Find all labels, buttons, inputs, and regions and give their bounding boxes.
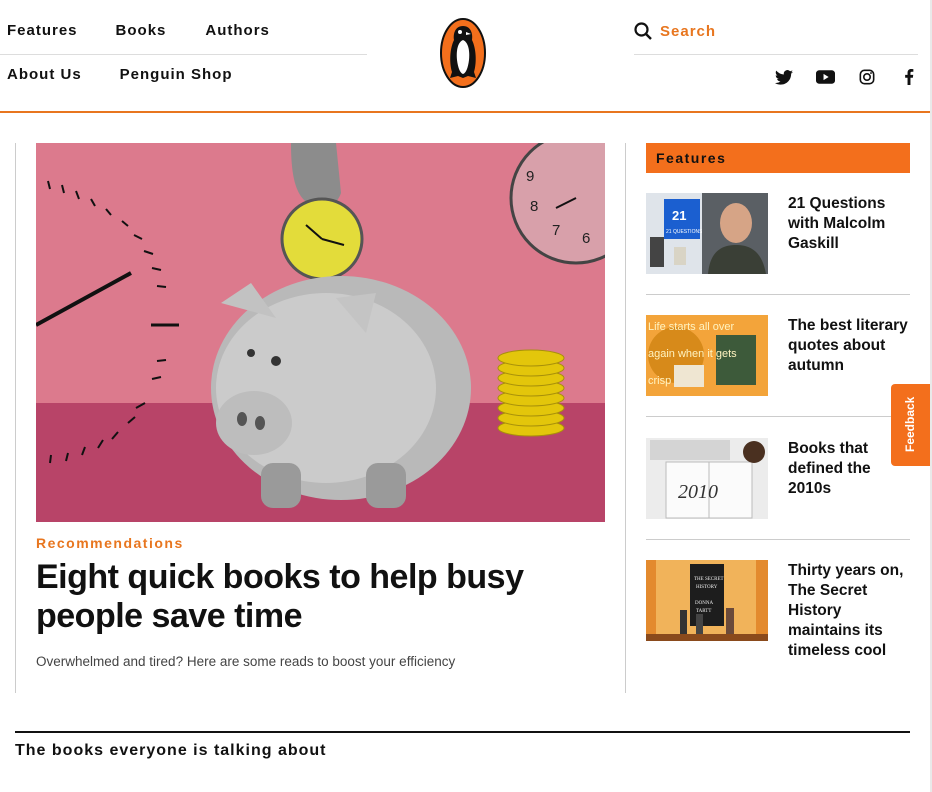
nav-link-features[interactable]: Features [7, 22, 78, 39]
features-heading: Features [646, 143, 910, 173]
penguin-logo[interactable] [440, 18, 486, 88]
article-headline[interactable]: Eight quick books to help busy people sa… [36, 558, 596, 636]
svg-text:THE SECRET: THE SECRET [694, 577, 724, 582]
nav-link-penguin-shop[interactable]: Penguin Shop [120, 66, 233, 83]
svg-text:8: 8 [530, 198, 538, 215]
instagram-icon[interactable] [857, 67, 877, 87]
svg-text:21 QUESTIONS: 21 QUESTIONS [666, 229, 703, 235]
article-category[interactable]: Recommendations [36, 535, 184, 551]
search-icon [634, 22, 652, 40]
feature-thumbnail[interactable]: 21 21 QUESTIONS [646, 193, 768, 274]
primary-nav: Features Books Authors [0, 22, 270, 39]
nav-divider [0, 54, 367, 55]
feedback-tab[interactable]: Feedback [891, 384, 931, 466]
svg-text:HISTORY: HISTORY [696, 585, 718, 590]
nav-link-authors[interactable]: Authors [205, 22, 270, 39]
feature-title[interactable]: Thirty years on, The Secret History main… [788, 561, 916, 661]
search-divider [634, 54, 918, 55]
nav-link-books[interactable]: Books [116, 22, 167, 39]
svg-text:6: 6 [582, 230, 590, 247]
social-links [774, 67, 920, 87]
svg-text:again when it gets: again when it gets [648, 348, 737, 360]
site-header: Features Books Authors About Us Penguin … [0, 0, 932, 113]
section-title: The books everyone is talking about [15, 742, 327, 759]
article-standfirst: Overwhelmed and tired? Here are some rea… [36, 654, 456, 669]
feature-title[interactable]: 21 Questions with Malcolm Gaskill [788, 194, 916, 254]
svg-text:crisp: crisp [648, 375, 671, 387]
feature-divider [646, 416, 910, 417]
main-right-border [625, 143, 626, 693]
feature-thumbnail[interactable]: 2010 [646, 438, 768, 519]
feature-divider [646, 539, 910, 540]
feature-item[interactable]: Life starts all over again when it gets … [646, 315, 910, 397]
feature-item[interactable]: 21 21 QUESTIONS 21 Questions with Malcol… [646, 193, 910, 275]
feature-item[interactable]: 2010 Books that defined the 2010s [646, 438, 910, 520]
facebook-icon[interactable] [899, 67, 919, 87]
feedback-label[interactable]: Feedback [903, 397, 917, 452]
svg-text:Life starts all over: Life starts all over [648, 321, 735, 333]
svg-text:21: 21 [672, 208, 686, 223]
section-rule [15, 731, 910, 733]
search-label[interactable]: Search [660, 23, 716, 40]
search-button[interactable]: Search [634, 22, 716, 40]
secondary-nav: About Us Penguin Shop [0, 66, 233, 83]
features-heading-label: Features [656, 150, 727, 166]
hero-image[interactable]: 9 8 7 6 [36, 143, 605, 522]
youtube-icon[interactable] [815, 67, 835, 87]
main-left-border [15, 143, 16, 693]
feature-title[interactable]: The best literary quotes about autumn [788, 316, 916, 376]
svg-text:7: 7 [552, 222, 560, 239]
feature-thumbnail[interactable]: Life starts all over again when it gets … [646, 315, 768, 396]
svg-text:9: 9 [526, 168, 534, 185]
feature-divider [646, 294, 910, 295]
svg-text:TARTT: TARTT [696, 609, 711, 614]
nav-link-about-us[interactable]: About Us [7, 66, 82, 83]
feature-thumbnail[interactable]: THE SECRET HISTORY DONNA TARTT [646, 560, 768, 641]
twitter-icon[interactable] [774, 67, 794, 87]
svg-text:DONNA: DONNA [695, 601, 713, 606]
feature-item[interactable]: THE SECRET HISTORY DONNA TARTT Thirty ye… [646, 560, 910, 659]
svg-text:2010: 2010 [678, 481, 718, 503]
